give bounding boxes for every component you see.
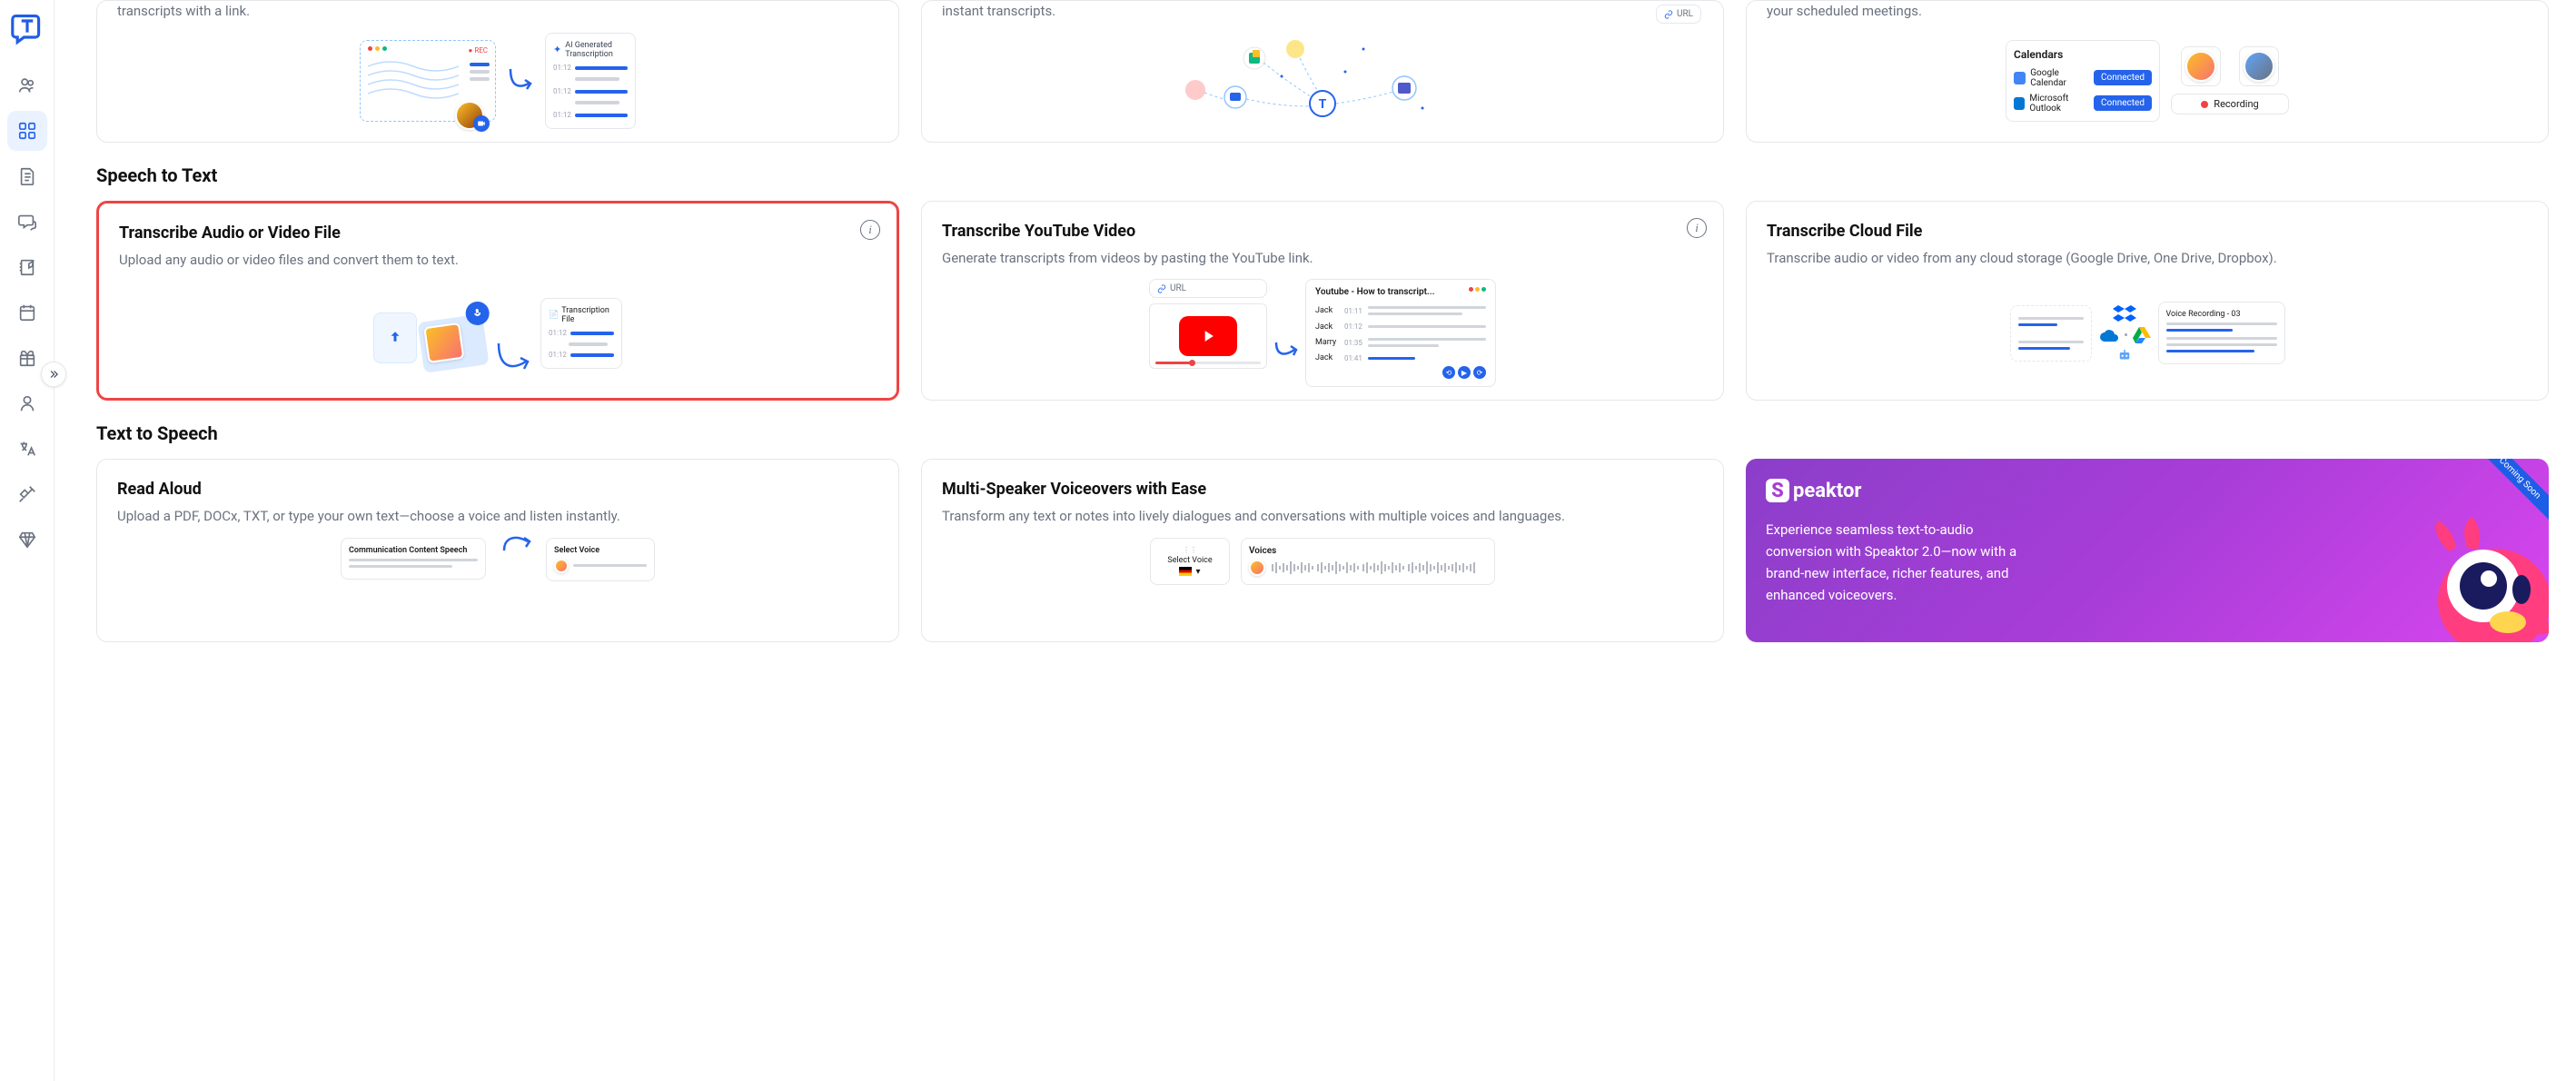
card-speaktor-promo[interactable]: Coming Soon S peaktor Experience seamles… xyxy=(1746,459,2549,642)
nav-people[interactable] xyxy=(7,65,47,105)
main-content: transcripts with a link. ● REC ✦AI Gener xyxy=(54,0,2576,1081)
sidebar-expand-button[interactable] xyxy=(41,362,66,387)
calendar-icon xyxy=(17,302,37,322)
card-title: Multi-Speaker Voiceovers with Ease xyxy=(942,480,1703,499)
card-transcribe-youtube[interactable]: i Transcribe YouTube Video Generate tran… xyxy=(921,201,1724,402)
card-desc: instant transcripts. xyxy=(942,1,1703,22)
card-scheduled-meetings[interactable]: your scheduled meetings. Calendars Googl… xyxy=(1746,0,2549,143)
section-title-text-to-speech: Text to Speech xyxy=(96,422,2549,444)
text-to-speech-grid: Read Aloud Upload a PDF, DOCx, TXT, or t… xyxy=(96,459,2549,642)
illustration: Voice Recording - 03 xyxy=(1767,279,2528,387)
dropbox-icon xyxy=(2113,303,2136,323)
plug-icon xyxy=(17,484,37,504)
nav-dashboard[interactable] xyxy=(7,111,47,151)
nav-document[interactable] xyxy=(7,156,47,196)
bot-icon xyxy=(2115,347,2134,363)
speech-to-text-grid: i Transcribe Audio or Video File Upload … xyxy=(96,201,2549,402)
top-card-row: transcripts with a link. ● REC ✦AI Gener xyxy=(96,0,2549,143)
nav-profile[interactable] xyxy=(7,383,47,423)
card-read-aloud[interactable]: Read Aloud Upload a PDF, DOCx, TXT, or t… xyxy=(96,459,899,642)
card-desc: Upload a PDF, DOCx, TXT, or type your ow… xyxy=(117,506,878,527)
card-title: Transcribe Cloud File xyxy=(1767,222,2528,241)
card-desc: Transform any text or notes into lively … xyxy=(942,506,1703,527)
document-icon xyxy=(17,166,37,186)
card-desc: transcripts with a link. xyxy=(117,1,878,22)
section-title-speech-to-text: Speech to Text xyxy=(96,164,2549,186)
chat-icon xyxy=(17,212,37,232)
card-title: Read Aloud xyxy=(117,480,878,499)
speaktor-logo: S peaktor xyxy=(1766,479,2529,502)
card-share-transcripts[interactable]: transcripts with a link. ● REC ✦AI Gener xyxy=(96,0,899,143)
card-multi-speaker[interactable]: Multi-Speaker Voiceovers with Ease Trans… xyxy=(921,459,1724,642)
card-title: Transcribe Audio or Video File xyxy=(119,223,877,243)
nav-translate[interactable] xyxy=(7,429,47,469)
promo-text: Experience seamless text-to-audio conver… xyxy=(1766,519,2020,606)
youtube-play-icon xyxy=(1179,316,1237,356)
translate-icon xyxy=(17,439,37,459)
card-instant-transcripts[interactable]: instant transcripts. T xyxy=(921,0,1724,143)
nav-integrations[interactable] xyxy=(7,474,47,514)
card-desc: Transcribe audio or video from any cloud… xyxy=(1767,248,2528,269)
onedrive-icon xyxy=(2099,329,2119,342)
notes-icon xyxy=(17,257,37,277)
card-desc: Generate transcripts from videos by past… xyxy=(942,248,1703,269)
illustration: T URL xyxy=(942,33,1703,129)
google-drive-icon xyxy=(2133,327,2151,343)
card-transcribe-file[interactable]: i Transcribe Audio or Video File Upload … xyxy=(96,201,899,402)
info-button[interactable]: i xyxy=(860,220,880,240)
illustration: ● REC ✦AI Generated Transcription 01:12 … xyxy=(117,33,878,129)
nav-premium[interactable] xyxy=(7,520,47,560)
info-button[interactable]: i xyxy=(1687,218,1707,238)
illustration: Calendars Google Calendar Connected Micr… xyxy=(1767,33,2528,129)
illustration: URL Youtube - How to transcript. xyxy=(942,279,1703,387)
illustration: Communication Content Speech Select Voic… xyxy=(117,538,878,629)
nav-calendar[interactable] xyxy=(7,293,47,332)
profile-icon xyxy=(17,393,37,413)
diamond-icon xyxy=(17,530,37,550)
svg-text:T: T xyxy=(1319,97,1327,112)
card-desc: Upload any audio or video files and conv… xyxy=(119,250,877,271)
speaktor-logo-text: peaktor xyxy=(1793,480,1861,502)
illustration: 📄Transcription File 01:12 01:12 xyxy=(119,281,877,385)
grid-icon xyxy=(17,121,37,141)
chevron-right-double-icon xyxy=(47,368,60,381)
card-title: Transcribe YouTube Video xyxy=(942,222,1703,241)
nav-notes[interactable] xyxy=(7,247,47,287)
mascot-icon xyxy=(2413,515,2549,642)
card-transcribe-cloud[interactable]: Transcribe Cloud File Transcribe audio o… xyxy=(1746,201,2549,402)
speaktor-logo-icon: S xyxy=(1766,479,1789,502)
app-logo[interactable] xyxy=(9,11,45,47)
people-icon xyxy=(17,75,37,95)
gift-icon xyxy=(17,348,37,368)
sidebar xyxy=(0,0,54,1081)
nav-chat[interactable] xyxy=(7,202,47,242)
illustration: ⋮⋮ Select Voice ▾ Voices xyxy=(942,538,1703,629)
card-desc: your scheduled meetings. xyxy=(1767,1,2528,22)
